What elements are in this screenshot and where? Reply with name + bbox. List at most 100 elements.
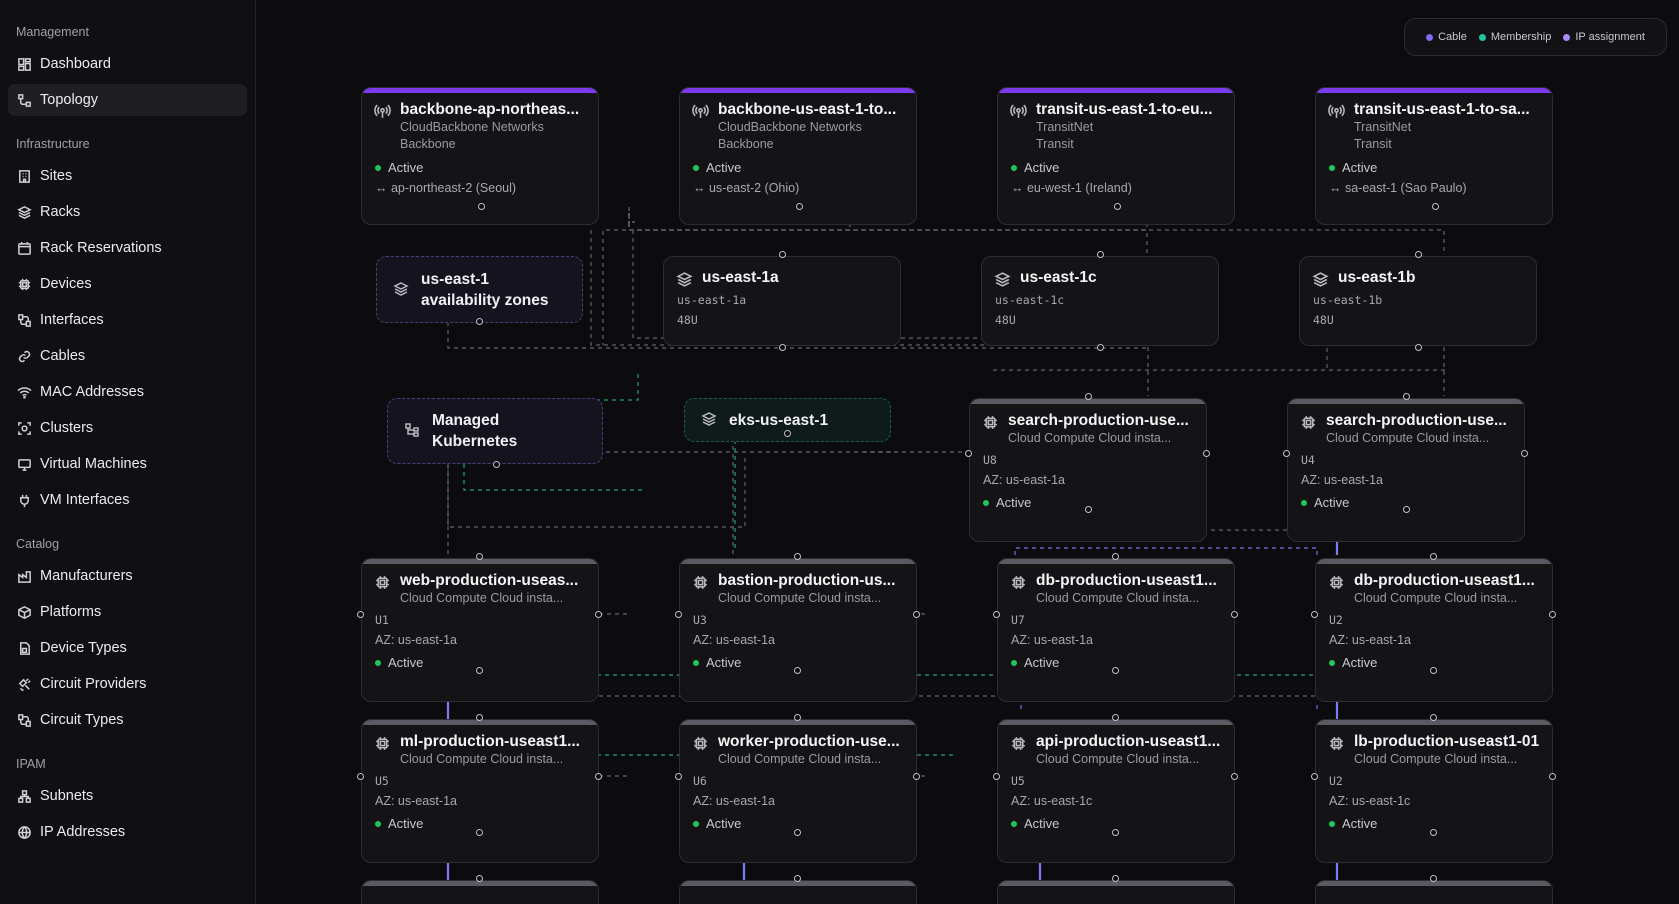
sidebar-item-racks[interactable]: Racks [8,196,247,228]
connection-handle[interactable] [913,773,920,780]
connection-handle[interactable] [476,875,483,882]
connection-handle[interactable] [1430,714,1437,721]
device-node-partial[interactable] [679,880,917,904]
sidebar-item-devices[interactable]: Devices [8,268,247,300]
connection-handle[interactable] [595,611,602,618]
connection-handle[interactable] [1112,667,1119,674]
connection-handle[interactable] [1415,251,1422,258]
device-node[interactable]: ml-production-useast1... Cloud Compute C… [361,719,599,863]
connection-handle[interactable] [1203,450,1210,457]
sidebar-item-subnets[interactable]: Subnets [8,780,247,812]
connection-handle[interactable] [779,344,786,351]
connection-handle[interactable] [476,553,483,560]
connection-handle[interactable] [1403,506,1410,513]
rack-node[interactable]: us-east-1a us-east-1a 48U [663,256,901,346]
connection-handle[interactable] [1112,875,1119,882]
connection-handle[interactable] [913,611,920,618]
sidebar-item-circuit-types[interactable]: Circuit Types [8,704,247,736]
connection-handle[interactable] [965,450,972,457]
connection-handle[interactable] [1114,203,1121,210]
connection-handle[interactable] [784,430,791,437]
device-node[interactable]: bastion-production-us... Cloud Compute C… [679,558,917,702]
sidebar-item-virtual-machines[interactable]: Virtual Machines [8,448,247,480]
status-dot [693,659,699,666]
device-node[interactable]: search-production-use... Cloud Compute C… [1287,398,1525,542]
sidebar-item-interfaces[interactable]: Interfaces [8,304,247,336]
device-node[interactable]: search-production-use... Cloud Compute C… [969,398,1207,542]
managed-kubernetes-group[interactable]: Managed Kubernetes [387,398,603,464]
connection-handle[interactable] [1283,450,1290,457]
connection-handle[interactable] [476,714,483,721]
connection-handle[interactable] [1430,829,1437,836]
connection-handle[interactable] [1521,450,1528,457]
connection-handle[interactable] [1112,829,1119,836]
rack-size: 48U [995,313,1016,327]
chip-icon [982,414,1000,432]
connection-handle[interactable] [779,251,786,258]
connection-handle[interactable] [794,553,801,560]
sidebar-item-circuit-providers[interactable]: Circuit Providers [8,668,247,700]
connection-handle[interactable] [675,773,682,780]
connection-handle[interactable] [595,773,602,780]
connection-handle[interactable] [1112,714,1119,721]
sidebar-item-ip-addresses[interactable]: IP Addresses [8,816,247,848]
status-dot [1329,820,1335,827]
connection-handle[interactable] [1097,251,1104,258]
connection-handle[interactable] [993,611,1000,618]
sidebar-item-platforms[interactable]: Platforms [8,596,247,628]
connection-handle[interactable] [1085,393,1092,400]
sidebar-item-manufacturers[interactable]: Manufacturers [8,560,247,592]
connection-handle[interactable] [1430,667,1437,674]
topology-canvas[interactable]: Cable Membership IP assignment backbone-… [257,0,1679,904]
connection-handle[interactable] [1549,773,1556,780]
connection-handle[interactable] [794,875,801,882]
device-node-partial[interactable] [1315,880,1553,904]
connection-handle[interactable] [478,203,485,210]
device-node[interactable]: lb-production-useast1-01 Cloud Compute C… [1315,719,1553,863]
connection-handle[interactable] [476,318,483,325]
connection-handle[interactable] [1415,344,1422,351]
device-node[interactable]: db-production-useast1... Cloud Compute C… [1315,558,1553,702]
connection-handle[interactable] [675,611,682,618]
connection-handle[interactable] [794,667,801,674]
connection-handle[interactable] [1231,773,1238,780]
connection-handle[interactable] [794,829,801,836]
connection-handle[interactable] [1112,553,1119,560]
connection-handle[interactable] [993,773,1000,780]
connection-handle[interactable] [1549,611,1556,618]
connection-handle[interactable] [1311,611,1318,618]
connection-handle[interactable] [1403,393,1410,400]
connection-handle[interactable] [476,829,483,836]
sidebar-item-topology[interactable]: Topology [8,84,247,116]
connection-handle[interactable] [1432,203,1439,210]
connection-handle[interactable] [1430,875,1437,882]
device-node[interactable]: web-production-useas... Cloud Compute Cl… [361,558,599,702]
connection-handle[interactable] [357,773,364,780]
sidebar-item-mac-addresses[interactable]: MAC Addresses [8,376,247,408]
connection-handle[interactable] [357,611,364,618]
device-node[interactable]: db-production-useast1... Cloud Compute C… [997,558,1235,702]
connection-handle[interactable] [794,714,801,721]
sidebar-item-clusters[interactable]: Clusters [8,412,247,444]
rack-node[interactable]: us-east-1c us-east-1c 48U [981,256,1219,346]
device-node-partial[interactable] [997,880,1235,904]
connection-handle[interactable] [1097,344,1104,351]
sidebar-item-device-types[interactable]: Device Types [8,632,247,664]
sidebar-item-sites[interactable]: Sites [8,160,247,192]
availability-zones-group[interactable]: us-east-1 availability zones [376,256,583,323]
sidebar-item-vm-interfaces[interactable]: VM Interfaces [8,484,247,516]
sidebar-item-rack-reservations[interactable]: Rack Reservations [8,232,247,264]
device-node[interactable]: worker-production-use... Cloud Compute C… [679,719,917,863]
rack-node[interactable]: us-east-1b us-east-1b 48U [1299,256,1537,346]
connection-handle[interactable] [493,461,500,468]
connection-handle[interactable] [1311,773,1318,780]
device-node[interactable]: api-production-useast1... Cloud Compute … [997,719,1235,863]
device-node-partial[interactable] [361,880,599,904]
sidebar-item-dashboard[interactable]: Dashboard [8,48,247,80]
connection-handle[interactable] [1085,506,1092,513]
connection-handle[interactable] [1430,553,1437,560]
connection-handle[interactable] [476,667,483,674]
connection-handle[interactable] [1231,611,1238,618]
connection-handle[interactable] [796,203,803,210]
sidebar-item-cables[interactable]: Cables [8,340,247,372]
